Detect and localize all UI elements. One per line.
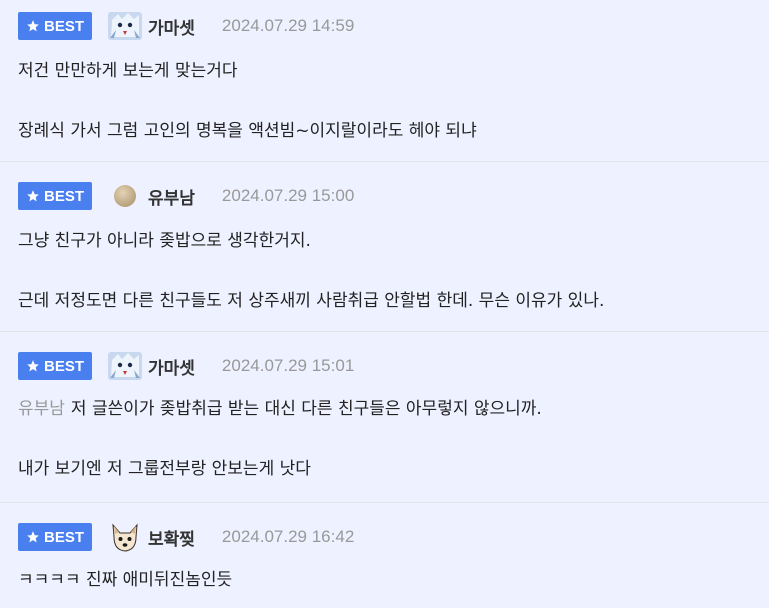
badge-label: BEST <box>43 357 84 375</box>
comment-datetime: 2024.07.29 15:00 <box>221 186 355 205</box>
comment-datetime: 2024.07.29 16:42 <box>221 527 355 546</box>
comment-text-line <box>18 256 604 286</box>
star-icon <box>27 531 39 543</box>
comment-body: 유부남 저 글쓴이가 좆밥취급 받는 대신 다른 친구들은 아무렇지 않으니까. … <box>18 394 542 484</box>
star-icon <box>27 190 39 202</box>
comment-body: 그냥 친구가 아니라 좆밥으로 생각한거지. 근데 저정도면 다른 친구들도 저… <box>18 226 604 316</box>
comment-header: BEST 보확찢 2024.07.29 16:42 <box>18 521 354 553</box>
comment-text-line <box>18 424 542 454</box>
comment-header: BEST 유부남 2024.07.29 15:00 <box>18 180 354 212</box>
nickname[interactable]: 보확찢 <box>148 525 195 550</box>
comment-text: 저 글쓴이가 좆밥취급 받는 대신 다른 친구들은 아무렇지 않으니까. <box>70 399 542 419</box>
star-icon <box>27 20 39 32</box>
dog-face-avatar-icon[interactable] <box>106 521 144 553</box>
best-badge: BEST <box>18 182 92 210</box>
comment-body: ㅋㅋㅋㅋ 진짜 애미뒤진놈인듯 <box>18 565 232 595</box>
comment-item: BEST 유부남 2024.07.29 15:00 그냥 친구가 아니라 좆밥으… <box>0 162 769 332</box>
ice-character-avatar-icon[interactable] <box>106 10 144 42</box>
ice-character-avatar-icon[interactable] <box>106 350 144 382</box>
comment-datetime: 2024.07.29 14:59 <box>221 16 355 35</box>
comment-text-line: 근데 저정도면 다른 친구들도 저 상주새끼 사람취급 안할법 한데. 무슨 이… <box>18 291 605 311</box>
comment-text-line: 장례식 가서 그럼 고인의 명복을 액션빔~이지랄이라도 헤야 되냐 <box>18 121 477 141</box>
badge-label: BEST <box>43 187 84 205</box>
mention-link[interactable]: 유부남 <box>18 399 65 419</box>
comment-list: BEST 가마셋 2024.07.29 14:59 저건 만만하게 보는게 맞는… <box>0 0 769 608</box>
comment-text-line: 내가 보기엔 저 그룹전부랑 안보는게 낫다 <box>18 459 311 479</box>
comment-item: BEST 가마셋 2024.07.29 15:01 유부남 저 글쓴이가 좆밥취급… <box>0 332 769 503</box>
comment-text-line: ㅋㅋㅋㅋ 진짜 애미뒤진놈인듯 <box>18 570 233 590</box>
comment-text-line <box>18 86 477 116</box>
comment-header: BEST 가마셋 2024.07.29 14:59 <box>18 10 354 42</box>
best-badge: BEST <box>18 352 92 380</box>
comment-item: BEST 보확찢 2024.07.29 16:42 ㅋㅋㅋㅋ 진짜 애미뒤진놈인… <box>0 503 769 608</box>
comment-body: 저건 만만하게 보는게 맞는거다 장례식 가서 그럼 고인의 명복을 액션빔~이… <box>18 56 477 146</box>
nickname[interactable]: 가마셋 <box>148 354 195 379</box>
comment-text-line: 유부남 저 글쓴이가 좆밥취급 받는 대신 다른 친구들은 아무렇지 않으니까. <box>18 394 542 424</box>
star-icon <box>27 360 39 372</box>
beige-circle-avatar-icon[interactable] <box>106 180 144 212</box>
nickname[interactable]: 가마셋 <box>148 14 195 39</box>
badge-label: BEST <box>43 528 84 546</box>
comment-datetime: 2024.07.29 15:01 <box>221 356 355 375</box>
comment-header: BEST 가마셋 2024.07.29 15:01 <box>18 350 354 382</box>
comment-item: BEST 가마셋 2024.07.29 14:59 저건 만만하게 보는게 맞는… <box>0 0 769 162</box>
nickname[interactable]: 유부남 <box>148 184 195 209</box>
best-badge: BEST <box>18 12 92 40</box>
comment-text-line: 저건 만만하게 보는게 맞는거다 <box>18 61 238 81</box>
best-badge: BEST <box>18 523 92 551</box>
badge-label: BEST <box>43 17 84 35</box>
comment-text-line: 그냥 친구가 아니라 좆밥으로 생각한거지. <box>18 231 311 251</box>
